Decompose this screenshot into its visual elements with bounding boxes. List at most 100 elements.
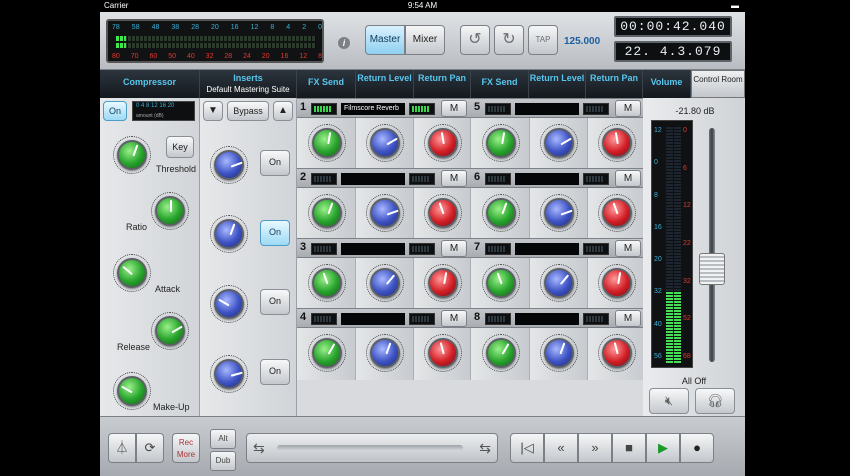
alt-button[interactable]: Alt — [210, 429, 236, 449]
compressor-on-button[interactable]: On — [103, 101, 127, 121]
fx-slot-3-return-level-knob[interactable] — [366, 264, 404, 302]
record-button[interactable]: ● — [680, 433, 714, 463]
fx-slot-4-fx-send-knob[interactable] — [307, 334, 346, 372]
key-button[interactable]: Key — [166, 136, 194, 158]
fx-slot-4-cell — [356, 328, 414, 380]
fx-mute-button[interactable]: M — [615, 170, 641, 187]
attack-knob[interactable] — [113, 254, 151, 292]
fx-slot-1-return-pan-knob[interactable] — [423, 124, 462, 162]
release-knob[interactable] — [151, 312, 189, 350]
volume-scale-tick: 12 — [683, 202, 691, 210]
loop-icon: ⟳ — [144, 440, 156, 455]
mute-button[interactable]: 🔇︎ — [649, 388, 689, 414]
fx-slot-3-return-pan-knob[interactable] — [423, 264, 462, 302]
fx-plugin-slot[interactable] — [341, 313, 405, 325]
play-button[interactable]: ▶ — [646, 433, 680, 463]
insert-1-on-button[interactable]: On — [260, 150, 290, 176]
rewind-button[interactable]: « — [544, 433, 578, 463]
stop-button[interactable]: ■ — [612, 433, 646, 463]
insert-next-button[interactable]: ▲ — [273, 101, 293, 121]
fx-plugin-slot[interactable] — [515, 103, 579, 115]
fx-plugin-slot[interactable] — [341, 243, 405, 255]
threshold-knob[interactable] — [113, 136, 151, 174]
fx-slot-8-fx-send-knob[interactable] — [481, 334, 520, 372]
fx-slot-5-fx-send-knob[interactable] — [481, 124, 520, 162]
fx-slot-1-fx-send-knob[interactable] — [307, 124, 346, 162]
volume-scale-tick: 32 — [654, 288, 662, 296]
fx-slot-7-return-pan-knob[interactable] — [597, 264, 636, 302]
fast-forward-button[interactable]: » — [578, 433, 612, 463]
fx-slot-7-fx-send-knob[interactable] — [481, 264, 520, 302]
fx-mute-button[interactable]: M — [615, 240, 641, 257]
insert-1-knob[interactable] — [210, 146, 248, 184]
loop-button[interactable]: ⟳ — [136, 433, 164, 463]
dub-button[interactable]: Dub — [210, 451, 236, 471]
fx-plugin-slot[interactable] — [515, 173, 579, 185]
fx-mute-button[interactable]: M — [441, 240, 467, 257]
control-room-tab[interactable]: Control Room — [691, 70, 745, 98]
insert-4-knob[interactable] — [210, 355, 248, 393]
metronome-button[interactable]: ⏃ — [108, 433, 136, 463]
fx-mute-button[interactable]: M — [441, 170, 467, 187]
volume-db-readout: -21.80 dB — [675, 106, 715, 116]
fx-slot-7-return-level-knob[interactable] — [540, 264, 578, 302]
ratio-label: Ratio — [126, 222, 148, 232]
fx-mute-button[interactable]: M — [615, 310, 641, 327]
insert-3-on-button[interactable]: On — [260, 289, 290, 315]
cycle-end-icon[interactable]: ⇆ — [479, 434, 491, 462]
fx-slot-2-cell — [414, 188, 471, 240]
rec-more-button[interactable]: Rec More — [172, 433, 200, 463]
fx-slot-6-return-level-knob[interactable] — [540, 194, 578, 232]
ratio-knob[interactable] — [151, 192, 189, 230]
info-icon[interactable]: i — [338, 37, 350, 49]
fx-slot-5-cell — [530, 118, 588, 170]
fx-slot-2-return-level-knob[interactable] — [366, 194, 404, 232]
position-scrubber[interactable]: ⇆ ⇆ — [246, 433, 498, 463]
insert-3-knob[interactable] — [210, 285, 248, 323]
tap-tempo-button[interactable]: TAP — [528, 25, 558, 55]
fx-slot-1-return-level-knob[interactable] — [366, 124, 404, 162]
insert-4-on-button[interactable]: On — [260, 359, 290, 385]
fx-slot-2-fx-send-knob[interactable] — [307, 194, 346, 232]
return-level-header-2: Return Level — [529, 70, 586, 98]
fx-plugin-slot[interactable]: Filmscore Reverb — [341, 103, 405, 115]
fx-slot-number: 7 — [474, 241, 481, 253]
tab-mixer[interactable]: Mixer — [405, 25, 445, 55]
fx-slot-6-return-pan-knob[interactable] — [597, 194, 636, 232]
fx-slot-8-return-pan-knob[interactable] — [597, 334, 636, 372]
insert-2-knob[interactable] — [210, 215, 248, 253]
scrubber-track[interactable] — [277, 445, 463, 451]
volume-scale-tick: 52 — [683, 315, 691, 323]
cycle-start-icon[interactable]: ⇆ — [253, 434, 265, 462]
insert-2-on-button[interactable]: On — [260, 220, 290, 246]
fx-slot-6-fx-send-knob[interactable] — [481, 194, 520, 232]
redo-button[interactable]: ↻ — [494, 25, 524, 55]
go-to-start-button[interactable]: |◁ — [510, 433, 544, 463]
fx-slot-4-return-pan-knob[interactable] — [423, 334, 462, 372]
amount-label: amount (dB) — [136, 113, 164, 119]
undo-button[interactable]: ↺ — [460, 25, 490, 55]
bypass-button[interactable]: Bypass — [227, 101, 269, 121]
fx-slot-4-cell — [414, 328, 471, 380]
volume-fader-track[interactable] — [709, 128, 715, 362]
volume-fader-handle[interactable] — [699, 253, 725, 286]
tab-master[interactable]: Master — [365, 25, 405, 55]
fx-plugin-slot[interactable] — [515, 243, 579, 255]
make-up-knob[interactable] — [113, 372, 151, 410]
fx-mute-button[interactable]: M — [441, 100, 467, 117]
fx-slot-4-return-level-knob[interactable] — [366, 334, 404, 372]
meter-bar-right — [116, 43, 316, 48]
fx-slot-5-return-pan-knob[interactable] — [597, 124, 636, 162]
headphones-button[interactable]: 🎧︎ — [695, 388, 735, 414]
fx-plugin-slot[interactable] — [341, 173, 405, 185]
fx-mute-button[interactable]: M — [441, 310, 467, 327]
fx-slot-5-return-level-knob[interactable] — [540, 124, 578, 162]
volume-scale-tick: 12 — [654, 127, 662, 134]
insert-prev-button[interactable]: ▼ — [203, 101, 223, 121]
fx-slot-3-fx-send-knob[interactable] — [307, 264, 346, 302]
fx-slot-1-header: 1 Filmscore Reverb M — [297, 98, 471, 118]
fx-plugin-slot[interactable] — [515, 313, 579, 325]
fx-slot-8-return-level-knob[interactable] — [540, 334, 578, 372]
fx-mute-button[interactable]: M — [615, 100, 641, 117]
fx-slot-2-return-pan-knob[interactable] — [423, 194, 462, 232]
